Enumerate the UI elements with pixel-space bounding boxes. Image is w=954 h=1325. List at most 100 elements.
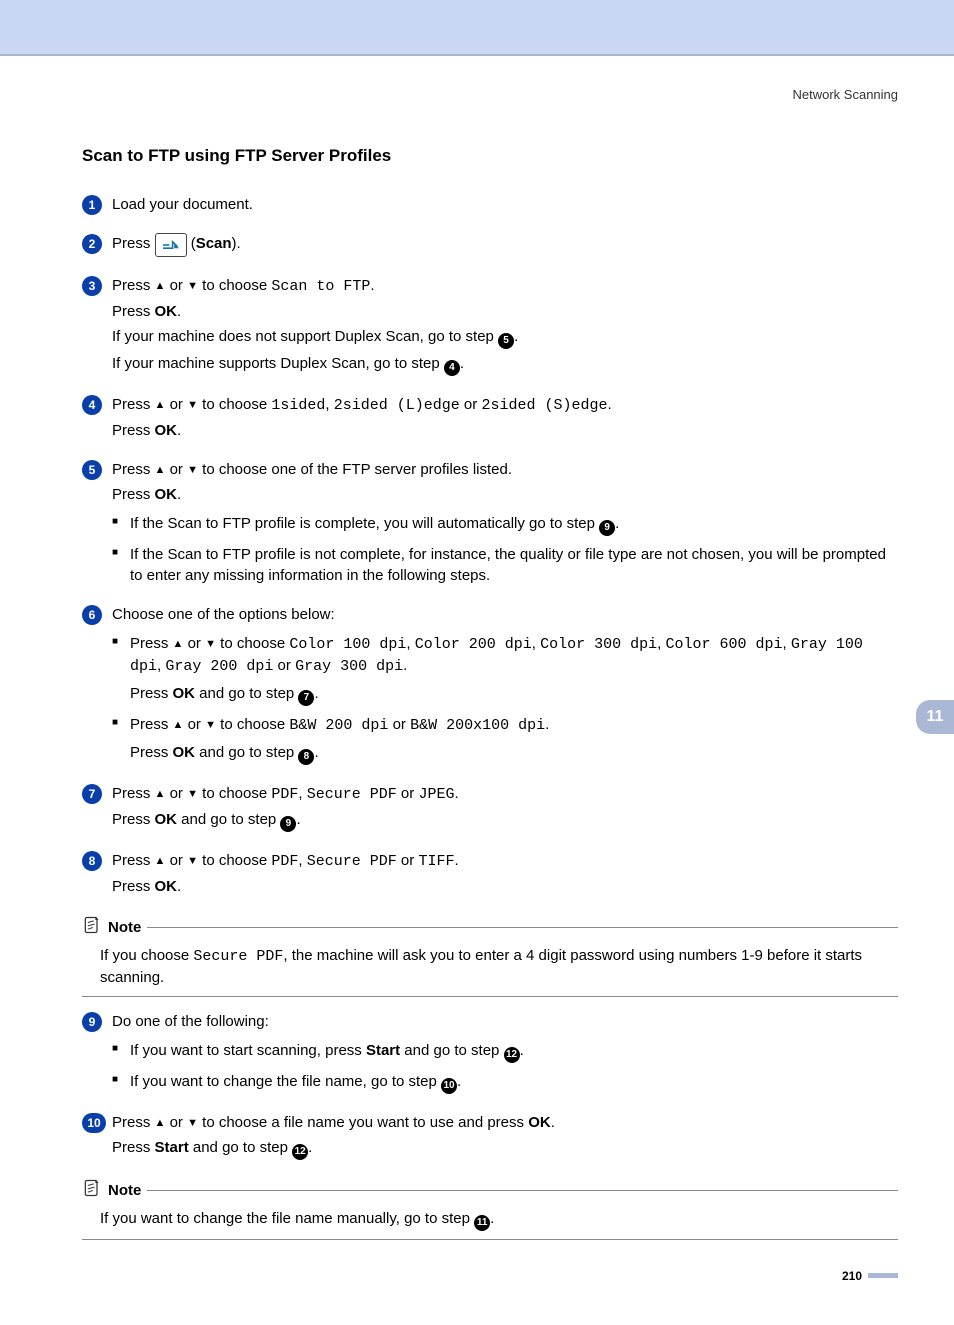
- ref-badge-5: 5: [498, 333, 514, 349]
- up-arrow-icon: ▲: [155, 399, 166, 411]
- option: 2sided (L)edge: [334, 397, 460, 414]
- text: or: [273, 657, 295, 674]
- text: and go to step: [400, 1042, 503, 1059]
- text: or: [165, 1114, 187, 1131]
- option: Secure PDF: [307, 786, 397, 803]
- step-badge-10: 10: [82, 1113, 106, 1133]
- option: Secure PDF: [193, 948, 283, 965]
- note-rule: [147, 1190, 898, 1191]
- step-6-sub2: Press ▲ or ▼ to choose B&W 200 dpi or B&…: [130, 714, 898, 736]
- ok-label: OK: [155, 303, 178, 320]
- text: to choose: [198, 277, 271, 294]
- text: .: [314, 744, 318, 761]
- text: If you want to change the file name, go …: [130, 1073, 441, 1090]
- note-rule: [147, 927, 898, 928]
- up-arrow-icon: ▲: [155, 788, 166, 800]
- text: .: [551, 1114, 555, 1131]
- text: ,: [657, 635, 665, 652]
- step-1: 1 Load your document.: [82, 194, 898, 219]
- step-2-text: Press (Scan).: [112, 233, 898, 257]
- ok-label: OK: [155, 811, 178, 828]
- step-6-lead: Choose one of the options below:: [112, 604, 898, 625]
- option: Scan to FTP: [271, 278, 370, 295]
- ok-label: OK: [155, 486, 178, 503]
- text: ,: [325, 396, 333, 413]
- option: JPEG: [418, 786, 454, 803]
- ref-badge-9: 9: [280, 816, 296, 832]
- note-label: Note: [108, 1180, 141, 1201]
- step-badge-2: 2: [82, 234, 102, 254]
- ok-label: OK: [173, 685, 196, 702]
- step-10: 10 Press ▲ or ▼ to choose a file name yo…: [82, 1112, 898, 1164]
- text: .: [460, 355, 464, 372]
- option: Gray 200 dpi: [165, 658, 273, 675]
- ref-badge-7: 7: [298, 690, 314, 706]
- step-2: 2 Press (Scan).: [82, 233, 898, 261]
- text: Press: [112, 811, 155, 828]
- text: to choose: [198, 396, 271, 413]
- option: Gray 300 dpi: [295, 658, 403, 675]
- text: .: [545, 716, 549, 733]
- step-badge-1: 1: [82, 195, 102, 215]
- text: or: [460, 396, 482, 413]
- step-badge-3: 3: [82, 276, 102, 296]
- page-number: 210: [842, 1269, 862, 1283]
- option: Color 600 dpi: [666, 636, 783, 653]
- step-9-sub2: If you want to change the file name, go …: [130, 1071, 898, 1094]
- step-3-line1: Press ▲ or ▼ to choose Scan to FTP.: [112, 275, 898, 297]
- note-1-body: If you choose Secure PDF, the machine wi…: [82, 945, 898, 997]
- ref-badge-12: 12: [504, 1047, 520, 1063]
- ok-label: OK: [155, 422, 178, 439]
- text: Press: [112, 235, 155, 252]
- step-badge-6: 6: [82, 605, 102, 625]
- down-arrow-icon: ▼: [187, 399, 198, 411]
- note-label: Note: [108, 917, 141, 938]
- note-icon: [82, 1178, 102, 1204]
- step-7-line2: Press OK and go to step 9.: [112, 809, 898, 832]
- option: Secure PDF: [307, 853, 397, 870]
- text: .: [607, 396, 611, 413]
- up-arrow-icon: ▲: [155, 464, 166, 476]
- text: If your machine does not support Duplex …: [112, 328, 498, 345]
- down-arrow-icon: ▼: [205, 719, 216, 731]
- text: .: [177, 486, 181, 503]
- text: Press: [112, 461, 155, 478]
- down-arrow-icon: ▼: [187, 1117, 198, 1129]
- start-label: Start: [155, 1139, 189, 1156]
- step-3-line3: If your machine does not support Duplex …: [112, 326, 898, 349]
- step-badge-7: 7: [82, 784, 102, 804]
- text: ,: [532, 635, 540, 652]
- text: and go to step: [195, 685, 298, 702]
- note-icon: [82, 915, 102, 941]
- header-band: [0, 0, 954, 56]
- text: Press: [130, 744, 173, 761]
- note-2: Note If you want to change the file name…: [82, 1178, 898, 1240]
- ok-label: OK: [173, 744, 196, 761]
- text: .: [514, 328, 518, 345]
- text: If you choose: [100, 947, 193, 964]
- ok-label: OK: [528, 1114, 551, 1131]
- text: and go to step: [195, 744, 298, 761]
- step-5-sub1: If the Scan to FTP profile is complete, …: [130, 513, 898, 536]
- text: .: [177, 303, 181, 320]
- step-7-line1: Press ▲ or ▼ to choose PDF, Secure PDF o…: [112, 783, 898, 805]
- note-1: Note If you choose Secure PDF, the machi…: [82, 915, 898, 997]
- text: to choose: [198, 785, 271, 802]
- text: Press: [112, 785, 155, 802]
- option: 2sided (S)edge: [481, 397, 607, 414]
- text: or: [165, 461, 187, 478]
- step-3-line2: Press OK.: [112, 301, 898, 322]
- step-6-sub1: Press ▲ or ▼ to choose Color 100 dpi, Co…: [130, 633, 898, 677]
- option: Color 200 dpi: [415, 636, 532, 653]
- up-arrow-icon: ▲: [155, 280, 166, 292]
- step-badge-4: 4: [82, 395, 102, 415]
- step-4-line1: Press ▲ or ▼ to choose 1sided, 2sided (L…: [112, 394, 898, 416]
- up-arrow-icon: ▲: [155, 1117, 166, 1129]
- text: Press: [112, 852, 155, 869]
- text: .: [615, 515, 619, 532]
- running-head: Network Scanning: [82, 86, 898, 104]
- text: .: [454, 852, 458, 869]
- option: PDF: [271, 853, 298, 870]
- text: or: [183, 635, 205, 652]
- step-3: 3 Press ▲ or ▼ to choose Scan to FTP. Pr…: [82, 275, 898, 380]
